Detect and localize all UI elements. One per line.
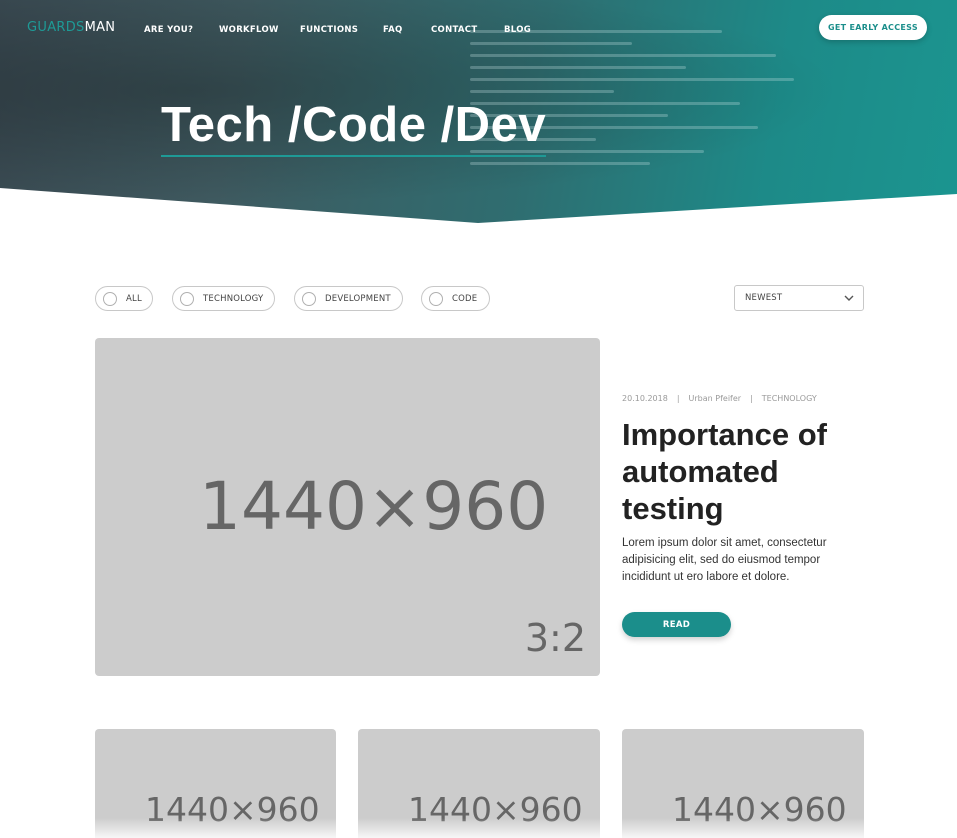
- nav-item-functions[interactable]: FUNCTIONS: [300, 25, 358, 35]
- post-date: 20.10.2018: [622, 394, 668, 403]
- image-ratio-label: 3:2: [524, 616, 586, 660]
- filter-label: ALL: [126, 293, 142, 304]
- nav-item-blog[interactable]: BLOG: [504, 25, 531, 35]
- meta-separator: |: [750, 394, 753, 403]
- page-title: Tech /Code /Dev: [161, 95, 547, 157]
- post-title[interactable]: Importance of automated testing: [622, 416, 862, 527]
- chevron-down-icon: [844, 295, 854, 301]
- logo-part-2: MAN: [84, 20, 116, 35]
- sort-selected-value: NEWEST: [745, 293, 783, 303]
- filter-label: TECHNOLOGY: [203, 293, 264, 304]
- post-category[interactable]: TECHNOLOGY: [762, 394, 817, 403]
- radio-icon: [302, 291, 316, 306]
- post-excerpt: Lorem ipsum dolor sit amet, consectetur …: [622, 537, 827, 583]
- filter-technology[interactable]: TECHNOLOGY: [172, 286, 275, 311]
- radio-icon: [180, 291, 194, 306]
- bottom-fade: [0, 818, 957, 838]
- filter-code[interactable]: CODE: [421, 286, 490, 311]
- nav-item-contact[interactable]: CONTACT: [431, 25, 477, 35]
- nav-item-faq[interactable]: FAQ: [383, 25, 403, 35]
- nav-item-workflow[interactable]: WORKFLOW: [219, 25, 279, 35]
- filter-all[interactable]: ALL: [95, 286, 153, 311]
- featured-post-image[interactable]: 1440×960 3:2: [95, 338, 600, 676]
- post-author[interactable]: Urban Pfeifer: [689, 394, 742, 403]
- radio-icon: [103, 291, 117, 306]
- filter-development[interactable]: DEVELOPMENT: [294, 286, 403, 311]
- meta-separator: |: [676, 394, 680, 403]
- logo-part-1: GUARDS: [27, 20, 85, 35]
- sort-select[interactable]: NEWEST: [734, 285, 864, 311]
- radio-icon: [429, 291, 443, 306]
- logo[interactable]: GUARDSMAN: [27, 20, 115, 35]
- filter-label: CODE: [452, 293, 478, 304]
- filter-label: DEVELOPMENT: [325, 293, 391, 304]
- nav-item-are-you[interactable]: ARE YOU?: [144, 25, 193, 35]
- post-meta: 20.10.2018 | Urban Pfeifer | TECHNOLOGY: [622, 394, 817, 403]
- image-size-label: 1440×960: [199, 468, 549, 545]
- read-button[interactable]: READ: [622, 612, 731, 637]
- get-early-access-button[interactable]: GET EARLY ACCESS: [819, 15, 927, 40]
